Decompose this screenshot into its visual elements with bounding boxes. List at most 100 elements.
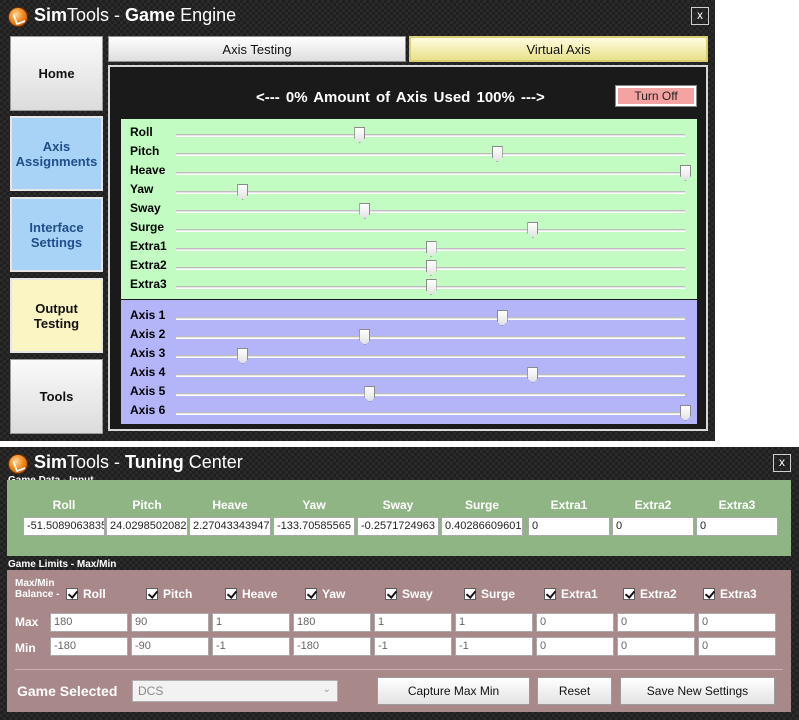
virtual-axis-slider-thumb[interactable]: [237, 348, 249, 364]
min-value-field[interactable]: -180: [50, 637, 128, 656]
game-axis-slider-thumb[interactable]: [359, 203, 371, 219]
virtual-axis-slider-thumb[interactable]: [364, 386, 376, 402]
sidebar-output-testing-button[interactable]: Output Testing: [10, 278, 103, 353]
virtual-axis-slider-label: Axis 4: [130, 365, 166, 379]
balance-checkbox[interactable]: Extra2: [623, 587, 677, 601]
game-limits-label: Game Limits - Max/Min: [8, 559, 117, 570]
balance-checkbox[interactable]: Extra3: [703, 587, 757, 601]
checkmark-icon[interactable]: [385, 588, 397, 600]
max-value-field[interactable]: 1: [374, 613, 452, 632]
game-axis-slider-row: Pitch: [121, 142, 697, 162]
save-new-settings-button[interactable]: Save New Settings: [620, 677, 775, 705]
input-value-field[interactable]: -133.70585565: [273, 517, 355, 536]
balance-checkbox[interactable]: Surge: [464, 587, 515, 601]
tab-axis-testing[interactable]: Axis Testing: [108, 36, 406, 62]
tuning-close-button[interactable]: x: [773, 454, 791, 472]
tab-virtual-axis[interactable]: Virtual Axis: [409, 36, 708, 62]
input-value-field[interactable]: 0: [612, 517, 694, 536]
input-value-field[interactable]: 2.27043343947: [189, 517, 271, 536]
min-value-field[interactable]: -180: [293, 637, 371, 656]
game-axis-slider-track[interactable]: [176, 210, 685, 213]
sidebar-tools-button[interactable]: Tools: [10, 359, 103, 434]
checkmark-icon[interactable]: [464, 588, 476, 600]
min-value-field[interactable]: 0: [536, 637, 614, 656]
balance-checkbox[interactable]: Pitch: [146, 587, 192, 601]
game-axis-slider-thumb[interactable]: [527, 222, 539, 238]
game-axis-slider-thumb[interactable]: [425, 260, 437, 276]
game-axis-slider-thumb[interactable]: [425, 279, 437, 295]
virtual-axis-slider-thumb[interactable]: [680, 405, 691, 421]
engine-close-button[interactable]: x: [691, 7, 709, 25]
input-value-field[interactable]: 0: [696, 517, 778, 536]
checkmark-icon[interactable]: [66, 588, 78, 600]
sidebar-axis-assignments-button[interactable]: Axis Assignments: [10, 116, 103, 191]
min-value-field[interactable]: -1: [374, 637, 452, 656]
turn-off-button[interactable]: Turn Off: [615, 85, 697, 107]
max-value-field[interactable]: 1: [212, 613, 290, 632]
game-axis-slider-thumb[interactable]: [354, 127, 366, 143]
min-value-field[interactable]: -1: [455, 637, 533, 656]
game-engine-window: SimTools - Game Engine x Home Axis Assig…: [0, 0, 715, 441]
max-value-field[interactable]: 0: [536, 613, 614, 632]
virtual-axis-slider-track[interactable]: [176, 317, 685, 320]
capture-max-min-button[interactable]: Capture Max Min: [377, 677, 530, 705]
game-axis-slider-track[interactable]: [176, 153, 685, 156]
checkmark-icon[interactable]: [146, 588, 158, 600]
sidebar-interface-settings-button[interactable]: Interface Settings: [10, 197, 103, 272]
balance-checkbox[interactable]: Heave: [225, 587, 277, 601]
checkmark-icon[interactable]: [544, 588, 556, 600]
max-value-field[interactable]: 0: [698, 613, 776, 632]
virtual-axis-slider-track[interactable]: [176, 374, 685, 377]
virtual-axis-slider-label: Axis 5: [130, 384, 166, 398]
balance-checkbox[interactable]: Sway: [385, 587, 433, 601]
max-value-field[interactable]: 0: [617, 613, 695, 632]
game-axis-slider-thumb[interactable]: [491, 146, 503, 162]
chevron-down-icon: ⌄: [322, 684, 331, 695]
virtual-axis-slider-thumb[interactable]: [359, 329, 371, 345]
checkmark-icon[interactable]: [623, 588, 635, 600]
checkmark-icon[interactable]: [703, 588, 715, 600]
virtual-axis-slider-track[interactable]: [176, 336, 685, 339]
balance-checkbox[interactable]: Roll: [66, 587, 106, 601]
checkmark-icon[interactable]: [225, 588, 237, 600]
game-axis-slider-track[interactable]: [176, 172, 685, 175]
balance-checkbox[interactable]: Extra1: [544, 587, 598, 601]
input-value-field[interactable]: 24.0298502082: [106, 517, 188, 536]
input-value-field[interactable]: -0.2571724963: [357, 517, 439, 536]
virtual-axis-slider-track[interactable]: [176, 393, 685, 396]
balance-checkbox-label: Extra2: [640, 587, 677, 601]
game-axis-slider-track[interactable]: [176, 229, 685, 232]
virtual-axis-slider-row: Axis 5: [121, 382, 697, 402]
min-value-field[interactable]: 0: [617, 637, 695, 656]
virtual-axis-slider-thumb[interactable]: [527, 367, 539, 383]
game-axis-slider-row: Roll: [121, 123, 697, 143]
reset-button[interactable]: Reset: [537, 677, 612, 705]
input-value-field[interactable]: 0.40286609601: [441, 517, 523, 536]
engine-window-title: SimTools - Game Engine: [34, 5, 237, 25]
game-selected-dropdown[interactable]: DCS ⌄: [132, 680, 338, 702]
game-axis-slider-track[interactable]: [176, 191, 685, 194]
min-value-field[interactable]: 0: [698, 637, 776, 656]
tuning-titlebar: SimTools - Tuning Center x: [0, 447, 799, 479]
game-axis-slider-thumb[interactable]: [425, 241, 437, 257]
max-value-field[interactable]: 90: [131, 613, 209, 632]
game-axis-slider-track[interactable]: [176, 134, 685, 137]
input-value-field[interactable]: -51.5089063835: [23, 517, 105, 536]
balance-checkbox[interactable]: Yaw: [305, 587, 345, 601]
max-value-field[interactable]: 1: [455, 613, 533, 632]
min-value-field[interactable]: -90: [131, 637, 209, 656]
min-value-field[interactable]: -1: [212, 637, 290, 656]
virtual-axis-slider-label: Axis 3: [130, 346, 166, 360]
game-axis-slider-thumb[interactable]: [680, 165, 691, 181]
max-value-field[interactable]: 180: [50, 613, 128, 632]
virtual-axis-slider-thumb[interactable]: [496, 310, 508, 326]
max-value-field[interactable]: 180: [293, 613, 371, 632]
max-row-label: Max: [15, 615, 39, 629]
virtual-axis-slider-track[interactable]: [176, 412, 685, 415]
game-axis-slider-thumb[interactable]: [237, 184, 249, 200]
checkmark-icon[interactable]: [305, 588, 317, 600]
simtools-logo-icon: [8, 454, 28, 474]
sidebar-home-button[interactable]: Home: [10, 36, 103, 111]
virtual-axis-slider-track[interactable]: [176, 355, 685, 358]
input-value-field[interactable]: 0: [528, 517, 610, 536]
